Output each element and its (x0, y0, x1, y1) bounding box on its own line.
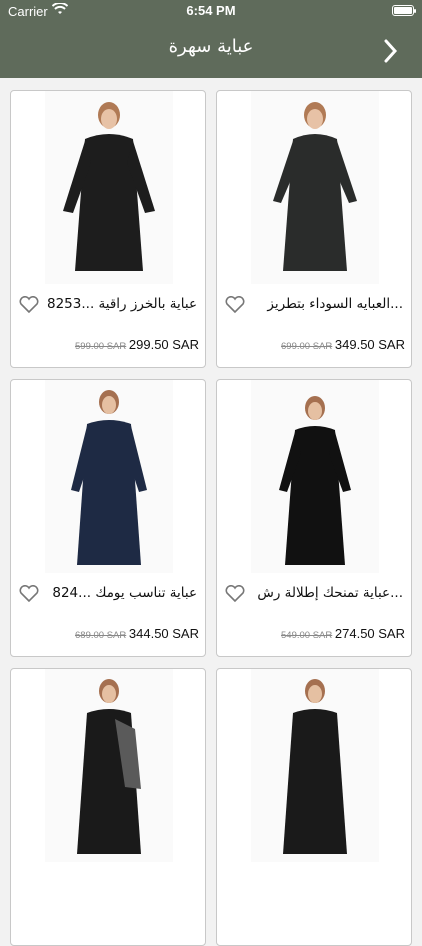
product-image (251, 380, 379, 573)
price: 349.50 SAR (334, 337, 405, 352)
price: 344.50 SAR (128, 626, 199, 641)
back-button[interactable] (378, 38, 404, 64)
product-image (45, 91, 173, 284)
old-price: 699.00 SAR (281, 341, 333, 352)
product-card[interactable] (216, 668, 412, 946)
status-bar: Carrier 6:54 PM (0, 0, 422, 22)
heart-icon[interactable] (19, 584, 39, 603)
heart-icon[interactable] (225, 295, 245, 314)
chevron-right-icon (384, 39, 398, 63)
product-card[interactable] (10, 668, 206, 946)
page-title: عباية سهرة (168, 36, 254, 57)
product-grid: العبايه السوداء بتطريز... 699.00 SAR 349… (0, 78, 422, 946)
product-image (45, 380, 173, 573)
price: 299.50 SAR (128, 337, 199, 352)
product-image (45, 669, 173, 862)
product-card[interactable]: عباية تناسب يومك ...824 689.00 SAR 344.5… (10, 379, 206, 657)
battery-icon (392, 5, 416, 16)
old-price: 549.00 SAR (281, 630, 333, 641)
heart-icon[interactable] (19, 295, 39, 314)
old-price: 689.00 SAR (75, 630, 127, 641)
product-name: عباية تمنحك إطلالة رش... (257, 585, 403, 601)
product-image (251, 91, 379, 284)
product-card[interactable]: عباية بالخرز راقية ...8253 599.00 SAR 29… (10, 90, 206, 368)
product-card[interactable]: عباية تمنحك إطلالة رش... 549.00 SAR 274.… (216, 379, 412, 657)
product-name: عباية تناسب يومك ...824 (52, 585, 197, 601)
product-name: العبايه السوداء بتطريز... (267, 296, 403, 312)
top-header: Carrier 6:54 PM عباية سهرة (0, 0, 422, 78)
price: 274.50 SAR (334, 626, 405, 641)
product-image (251, 669, 379, 862)
product-name: عباية بالخرز راقية ...8253 (47, 296, 197, 312)
old-price: 599.00 SAR (75, 341, 127, 352)
clock: 6:54 PM (186, 3, 236, 18)
product-card[interactable]: العبايه السوداء بتطريز... 699.00 SAR 349… (216, 90, 412, 368)
heart-icon[interactable] (225, 584, 245, 603)
